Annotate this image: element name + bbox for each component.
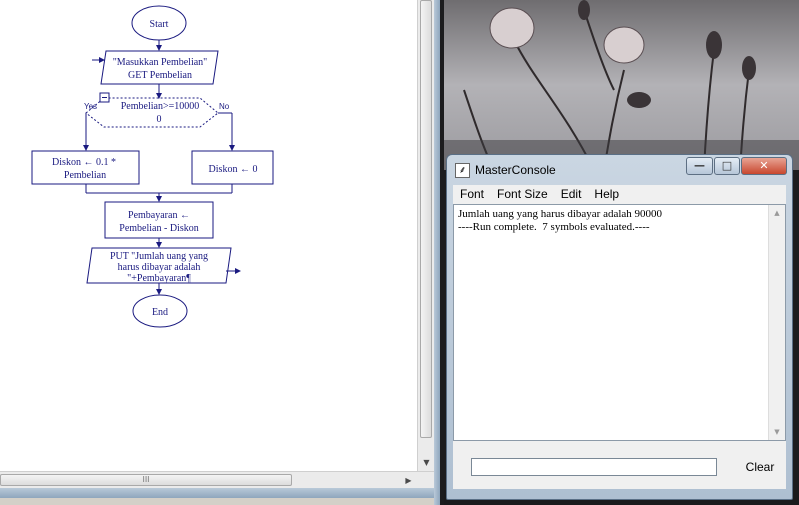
- input-prompt-label: "Masukkan Pembelian": [113, 57, 208, 68]
- console-command-input[interactable]: [471, 458, 717, 476]
- no-label: No: [219, 102, 230, 111]
- masterconsole-window: ⸙ MasterConsole — □ ✕ Font Font Size Edit H…: [446, 154, 793, 500]
- menu-font[interactable]: Font: [453, 185, 490, 201]
- rose-wallpaper-image: [444, 0, 799, 170]
- assign-yes-label-2: Pembelian: [64, 170, 106, 181]
- clear-button[interactable]: Clear: [735, 456, 785, 478]
- editor-window-frame-right: [434, 0, 440, 505]
- window-title: MasterConsole: [475, 163, 556, 177]
- minimize-button[interactable]: —: [686, 157, 713, 175]
- vertical-scroll-thumb[interactable]: [420, 0, 432, 438]
- scroll-down-arrow-icon[interactable]: ▼: [769, 424, 785, 440]
- maximize-button[interactable]: □: [714, 157, 740, 175]
- input-get-label: GET Pembelian: [128, 70, 192, 81]
- decision-condition-label-2: 0: [157, 114, 162, 125]
- output-line: ----Run complete. 7 symbols evaluated.--…: [458, 221, 650, 233]
- close-icon: ✕: [759, 159, 769, 172]
- console-output-text: Jumlah uang yang harus dibayar adalah 90…: [458, 208, 662, 234]
- payment-label-2: Pembelian - Diskon: [119, 223, 198, 234]
- start-label: Start: [150, 19, 169, 30]
- assign-no-label: Diskon ← 0: [209, 164, 258, 175]
- assign-yes-label-1: Diskon ← 0.1 *: [52, 157, 116, 168]
- output-label-1: PUT "Jumlah uang yang: [110, 251, 208, 262]
- menu-edit[interactable]: Edit: [554, 185, 588, 201]
- minimize-icon: —: [694, 159, 705, 172]
- output-line: Jumlah uang yang harus dibayar adalah 90…: [458, 208, 663, 220]
- payment-label-1: Pembayaran ←: [128, 210, 190, 221]
- console-output-area[interactable]: Jumlah uang yang harus dibayar adalah 90…: [453, 204, 786, 441]
- flowchart-editor-window: Start "Masukkan Pembelian" GET Pembelian…: [0, 0, 440, 505]
- console-menubar: Font Font Size Edit Help: [453, 185, 786, 204]
- end-label: End: [152, 307, 168, 318]
- output-label-2: harus dibayar adalah: [118, 262, 201, 273]
- menu-help[interactable]: Help: [587, 185, 625, 201]
- horizontal-scroll-thumb[interactable]: III: [0, 474, 292, 486]
- decision-condition-label: Pembelian>=10000: [121, 101, 200, 112]
- flowchart-canvas[interactable]: Start "Masukkan Pembelian" GET Pembelian…: [0, 0, 417, 471]
- desktop-wallpaper-photo: [444, 0, 799, 170]
- scroll-right-arrow-icon[interactable]: ▶: [400, 472, 417, 489]
- scroll-grip-label: III: [142, 475, 150, 484]
- editor-window-frame-bottom: [0, 488, 440, 498]
- scroll-down-arrow-icon[interactable]: ▼: [418, 454, 435, 471]
- raptor-icon: ⸙: [455, 163, 470, 178]
- maximize-icon: □: [721, 159, 733, 172]
- close-button[interactable]: ✕: [741, 157, 787, 175]
- menu-font-size[interactable]: Font Size: [490, 185, 554, 201]
- scroll-up-arrow-icon[interactable]: ▲: [769, 205, 785, 221]
- vertical-scrollbar[interactable]: ▼: [417, 0, 435, 471]
- yes-label: Yes: [84, 102, 97, 111]
- output-label-3: "+Pembayaran¶: [127, 273, 191, 284]
- horizontal-scrollbar[interactable]: III ▶: [0, 471, 434, 489]
- output-scrollbar[interactable]: ▲ ▼: [768, 205, 785, 440]
- console-input-panel: Clear: [453, 441, 786, 489]
- flowchart-diagram: Start "Masukkan Pembelian" GET Pembelian…: [31, 5, 274, 328]
